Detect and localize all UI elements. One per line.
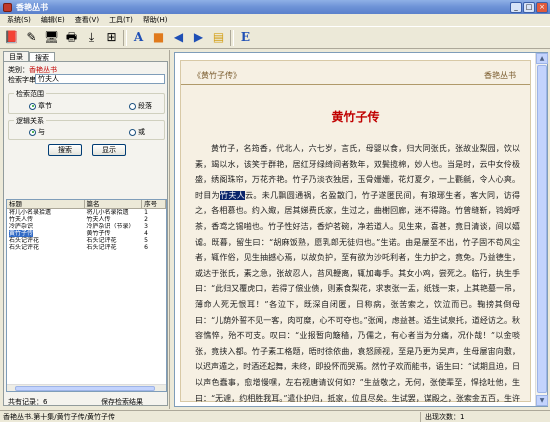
status-bar: 香艳丛书.第十集/黄竹子传/黄竹子传 出现次数：1 [0, 410, 550, 422]
table-header: 标题 篇名 序号 [7, 200, 166, 209]
tree-icon[interactable]: ⊞ [103, 29, 120, 46]
search-panel: 类别：香艳丛书 检索字串： 竹夫人 检索范围 章节 段落 逻辑关系 与 或 搜索… [3, 61, 168, 406]
scope-chapter-radio[interactable]: 章节 [29, 101, 52, 111]
reader-frame: 《黄竹子传》 香艳丛书 黄竹子传 黄竹子，名筠香，代北人，六七岁，言氏，母婴以食… [174, 52, 548, 407]
scope-legend: 检索范围 [14, 89, 46, 99]
category-label: 类别： [8, 66, 29, 74]
save-results-button[interactable]: 保存检索结果 [101, 397, 143, 407]
logic-or-radio[interactable]: 或 [129, 127, 145, 137]
logic-group: 逻辑关系 与 或 [8, 116, 165, 140]
scroll-thumb[interactable] [537, 65, 547, 393]
page: 《黄竹子传》 香艳丛书 黄竹子传 黄竹子，名筠香，代北人，六七岁，言氏，母婴以食… [180, 60, 531, 403]
computer-icon[interactable]: 🖥 [43, 29, 60, 46]
show-button[interactable]: 显示 [92, 144, 126, 156]
bookmark-icon[interactable]: ■ [150, 29, 167, 46]
table-row[interactable]: 竹夫人传 竹夫人传 2 [7, 216, 166, 223]
search-button[interactable]: 搜索 [48, 144, 82, 156]
close-button[interactable]: × [536, 1, 548, 13]
book-icon[interactable]: 📕 [3, 29, 20, 46]
keyword-input[interactable]: 竹夫人 [35, 74, 165, 84]
header-index[interactable]: 序号 [142, 200, 166, 208]
minimize-button[interactable]: _ [510, 1, 522, 13]
print-icon[interactable]: 🖶 [63, 29, 80, 46]
toolbar: 📕 ✎ 🖥 🖶 ⤓ ⊞ A ■ ◀ ▶ ▤ E [0, 26, 550, 49]
back-icon[interactable]: ◀ [170, 29, 187, 46]
table-horizontal-scrollbar[interactable] [7, 384, 166, 391]
chapter-title: 黄竹子传 [331, 110, 380, 124]
table-row[interactable]: 冷庐杂识 冷庐杂识（节录） 3 [7, 223, 166, 230]
reader-vertical-scrollbar[interactable]: ▲ ▼ [535, 53, 548, 406]
results-table: 标题 篇名 序号 将儿小名录拾遗 将儿小名录拾遗 1 竹夫人传 竹夫人传 2 冷… [6, 199, 167, 392]
menu-bar: 系统(S) 编辑(E) 查看(V) 工具(T) 帮助(H) [0, 14, 550, 26]
toolbar-separator [230, 29, 234, 46]
tab-contents[interactable]: 目录 [3, 51, 29, 61]
menu-view[interactable]: 查看(V) [70, 15, 104, 25]
menu-tools[interactable]: 工具(T) [104, 15, 138, 25]
search-highlight: 竹夫人 [220, 190, 246, 200]
table-row[interactable]: 将儿小名录拾遗 将儿小名录拾遗 1 [7, 209, 166, 216]
table-row-selected[interactable]: 黄竹子传 黄竹子传 4 [7, 230, 166, 237]
scroll-down-icon[interactable]: ▼ [536, 395, 548, 406]
edit-icon[interactable]: ✎ [23, 29, 40, 46]
logic-and-radio[interactable]: 与 [29, 127, 45, 137]
scope-group: 检索范围 章节 段落 [8, 89, 165, 114]
table-row[interactable]: 右头记评花 右头记评花 5 [7, 237, 166, 244]
e-icon[interactable]: E [237, 29, 254, 46]
menu-edit[interactable]: 编辑(E) [36, 15, 70, 25]
maximize-button[interactable]: □ [523, 1, 535, 13]
header-piece[interactable]: 篇名 [85, 200, 143, 208]
toolbar-separator [123, 29, 127, 46]
logic-legend: 逻辑关系 [14, 116, 46, 126]
menu-help[interactable]: 帮助(H) [138, 15, 173, 25]
app-icon [3, 2, 12, 12]
reader-pane: 《黄竹子传》 香艳丛书 黄竹子传 黄竹子，名筠香，代北人，六七岁，言氏，母婴以食… [173, 50, 549, 409]
record-count: 共有记录：6 [8, 398, 48, 406]
chapter-text: 黄竹子，名筠香，代北人，六七岁，言氏，母婴以食，归大同张氏，张故业梨园，饮以素，… [195, 144, 520, 403]
table-row[interactable]: 右头记评花 右头记评花 6 [7, 244, 166, 251]
status-location: 香艳丛书.第十集/黄竹子传/黄竹子传 [3, 412, 115, 421]
status-count: 出现次数：1 [420, 411, 464, 422]
scope-paragraph-radio[interactable]: 段落 [129, 101, 152, 111]
window-title: 香艳丛书 [16, 2, 48, 12]
series-name: 香艳丛书 [484, 71, 516, 80]
folder-icon[interactable]: ▤ [210, 29, 227, 46]
header-title[interactable]: 标题 [7, 200, 85, 208]
book-title: 《黄竹子传》 [193, 71, 241, 80]
font-icon[interactable]: A [130, 29, 147, 46]
left-pane: 目录 搜索 类别：香艳丛书 检索字串： 竹夫人 检索范围 章节 段落 逻辑关系 … [1, 50, 170, 409]
forward-icon[interactable]: ▶ [190, 29, 207, 46]
download-icon[interactable]: ⤓ [83, 29, 100, 46]
scroll-up-icon[interactable]: ▲ [536, 53, 548, 64]
category-value: 香艳丛书 [29, 66, 57, 74]
menu-system[interactable]: 系统(S) [2, 15, 36, 25]
title-bar: 香艳丛书 _ □ × [0, 0, 550, 14]
page-header: 《黄竹子传》 香艳丛书 [181, 61, 530, 85]
